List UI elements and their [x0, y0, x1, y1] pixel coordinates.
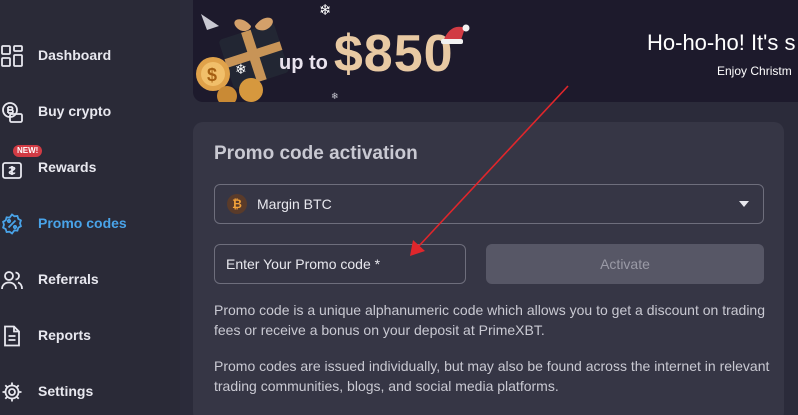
- activate-button[interactable]: Activate: [486, 244, 764, 284]
- rewards-gift-icon: [0, 156, 24, 180]
- santa-hat-icon: [441, 24, 470, 44]
- sidebar-item-label: Rewards: [38, 159, 97, 175]
- promo-code-input[interactable]: [214, 244, 466, 284]
- sidebar-item-buy-crypto[interactable]: Buy crypto: [0, 92, 180, 132]
- sidebar-item-promo-codes[interactable]: Promo codes: [0, 204, 180, 244]
- banner-subtitle: Enjoy Christm: [717, 64, 792, 78]
- sidebar-item-label: Referrals: [38, 271, 99, 287]
- chevron-down-icon: [739, 201, 749, 207]
- banner-title: Ho-ho-ho! It's s: [647, 30, 796, 55]
- banner-headline: up to $850: [279, 28, 454, 80]
- svg-text:❄: ❄: [319, 1, 332, 19]
- svg-text:❄: ❄: [331, 92, 339, 102]
- sidebar-item-reports[interactable]: Reports: [0, 316, 180, 356]
- account-select-value: Margin BTC: [257, 196, 332, 212]
- sidebar-item-label: Settings: [38, 383, 94, 399]
- sidebar: Dashboard Buy crypto NEW! Rewards Promo …: [0, 0, 180, 415]
- banner-upto: up to: [279, 52, 328, 74]
- sidebar-item-label: Dashboard: [38, 47, 112, 63]
- document-icon: [0, 324, 24, 348]
- sidebar-item-label: Promo codes: [38, 215, 127, 231]
- card-title: Promo code activation: [214, 143, 418, 164]
- sidebar-item-label: Reports: [38, 327, 91, 343]
- sidebar-item-dashboard[interactable]: Dashboard: [0, 36, 180, 76]
- promo-description-secondary: Promo codes are issued individually, but…: [214, 358, 770, 394]
- promo-code-card: Promo code activation ₿ Margin BTC Activ…: [193, 122, 784, 415]
- sidebar-item-rewards[interactable]: NEW! Rewards: [0, 145, 180, 188]
- bitcoin-icon: ₿: [227, 194, 247, 214]
- new-badge: NEW!: [13, 145, 43, 157]
- svg-text:$: $: [207, 65, 217, 85]
- app-root: Dashboard Buy crypto NEW! Rewards Promo …: [0, 0, 798, 415]
- promo-description: Promo code is a unique alphanumeric code…: [214, 302, 765, 338]
- banner-amount: $850: [333, 25, 454, 83]
- svg-text:❄: ❄: [235, 62, 247, 78]
- promo-percent-icon: [0, 212, 24, 236]
- sidebar-item-label: Buy crypto: [38, 103, 112, 119]
- users-icon: [0, 268, 24, 292]
- promo-banner[interactable]: $ ❄ ❄ ❄ up to $850 Ho-ho-ho! It's s Enjo…: [193, 0, 798, 102]
- sidebar-item-settings[interactable]: Settings: [0, 372, 180, 412]
- sidebar-item-referrals[interactable]: Referrals: [0, 260, 180, 300]
- dashboard-icon: [0, 44, 24, 68]
- account-select[interactable]: ₿ Margin BTC: [214, 184, 764, 224]
- wallet-bitcoin-icon: [0, 100, 24, 124]
- gear-icon: [0, 380, 24, 404]
